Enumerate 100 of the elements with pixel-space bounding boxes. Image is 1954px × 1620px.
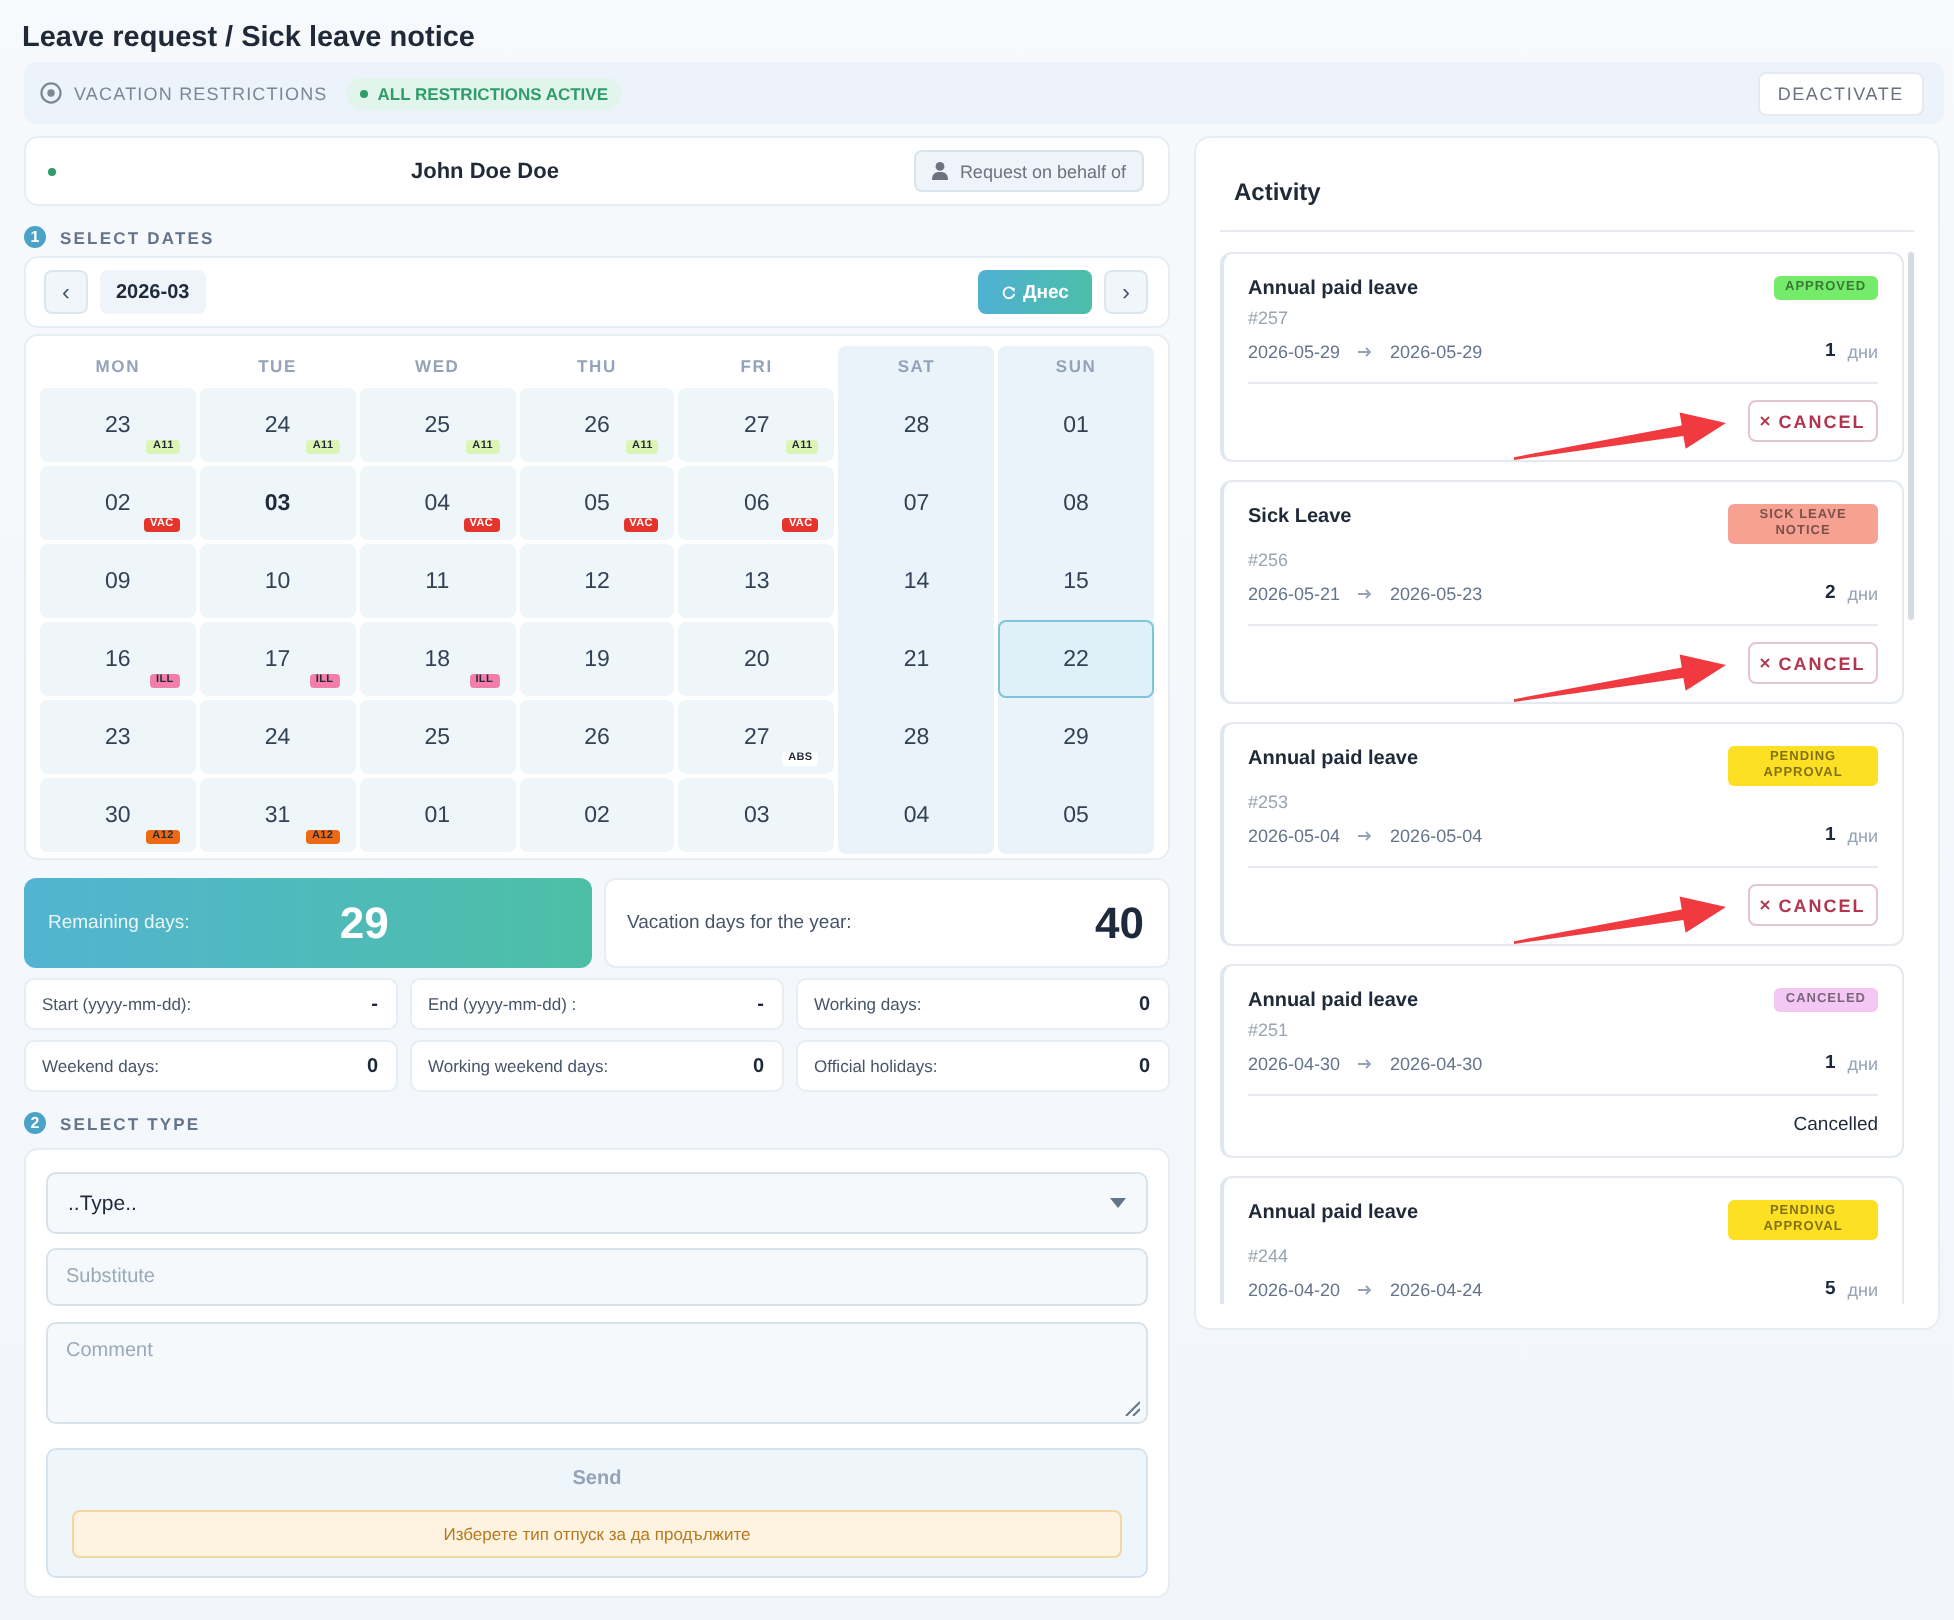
close-icon: [1760, 900, 1771, 910]
calendar-day[interactable]: 20: [678, 622, 835, 696]
person-icon: [931, 162, 948, 180]
calendar-day[interactable]: 09: [40, 544, 196, 618]
day-count: 1: [1824, 340, 1836, 362]
refresh-icon: [1001, 285, 1016, 299]
start-date: 2026-05-29: [1248, 341, 1341, 361]
calendar-day[interactable]: 04: [838, 776, 995, 854]
arrow-right-icon: [1358, 829, 1373, 841]
substitute-field[interactable]: Substitute: [46, 1248, 1148, 1306]
calendar-day[interactable]: 07: [838, 464, 995, 542]
arrow-right-icon: [1358, 587, 1373, 599]
stat-value: 0: [752, 1055, 764, 1077]
calendar-day[interactable]: 08: [998, 464, 1154, 542]
calendar-day[interactable]: 28: [838, 698, 995, 776]
weekday-header: SAT: [838, 346, 995, 386]
day-unit: дни: [1847, 341, 1879, 361]
type-select-value: ..Type..: [68, 1191, 137, 1215]
calendar-day[interactable]: 28: [838, 386, 995, 464]
calendar-day[interactable]: 11: [359, 544, 516, 618]
start-date: 2026-04-20: [1248, 1279, 1341, 1299]
previous-month-button[interactable]: ‹: [44, 270, 88, 314]
calendar-day[interactable]: 25: [359, 700, 516, 774]
close-icon: [1760, 658, 1771, 668]
calendar-day[interactable]: 02: [519, 778, 675, 852]
weekday-header: MON: [93, 354, 143, 380]
caret-icon: [1110, 1198, 1126, 1208]
request-title: Annual paid leave: [1248, 746, 1419, 772]
step-number: 2: [24, 1112, 46, 1134]
calendar-day[interactable]: 05: [998, 776, 1154, 854]
next-month-button[interactable]: ›: [1104, 270, 1148, 314]
weekday-header: WED: [413, 354, 462, 380]
request-title: Annual paid leave: [1248, 988, 1419, 1014]
calendar-day[interactable]: 03: [678, 778, 835, 852]
arrow-right-icon: [1358, 345, 1373, 357]
calendar-day[interactable]: 26: [519, 700, 675, 774]
remaining-days-label: Remaining days:: [48, 912, 190, 934]
restrictions-status-text: ALL RESTRICTIONS ACTIVE: [377, 83, 609, 103]
stat-label: End (yyyy-mm-dd) :: [428, 994, 577, 1014]
warning-message: Изберете тип отпуск за да продължите: [72, 1509, 1122, 1558]
activity-title: Activity: [1234, 178, 1321, 206]
calendar-day[interactable]: 24: [199, 700, 356, 774]
day-count: 2: [1824, 582, 1836, 604]
day-count: 1: [1824, 1052, 1836, 1074]
day-count: 5: [1824, 1278, 1836, 1300]
remaining-days-value: 29: [337, 897, 391, 949]
arrow-right-icon: [1358, 1057, 1373, 1069]
request-title: Annual paid leave: [1248, 276, 1419, 302]
request-title: Annual paid leave: [1248, 1200, 1419, 1226]
calendar-day[interactable]: 22: [998, 620, 1154, 698]
request-number: #253: [1248, 792, 1291, 814]
section-title: SELECT DATES: [60, 227, 215, 247]
deactivate-button[interactable]: DEACTIVATE: [1757, 71, 1924, 115]
target-icon: [40, 82, 62, 104]
calendar-day[interactable]: 19: [519, 622, 675, 696]
request-title: Sick Leave: [1248, 504, 1352, 530]
cancelled-status: Cancelled: [1793, 1112, 1879, 1138]
calendar-day[interactable]: 15: [998, 542, 1154, 620]
step-number: 1: [24, 226, 46, 248]
stat-value: 0: [1138, 1055, 1150, 1077]
weekday-header: SUN: [998, 346, 1154, 386]
end-date: 2026-05-29: [1390, 341, 1483, 361]
calendar-day[interactable]: 23: [40, 700, 196, 774]
stat-value: -: [757, 993, 764, 1015]
close-icon: [1760, 416, 1771, 426]
stat-label: Official holidays:: [814, 1056, 938, 1076]
calendar-day[interactable]: 21: [838, 620, 995, 698]
stat-label: Working days:: [814, 994, 922, 1014]
stat-label: Start (yyyy-mm-dd):: [42, 994, 192, 1014]
scrollbar-thumb[interactable]: [1908, 252, 1914, 620]
start-date: 2026-05-21: [1248, 583, 1341, 603]
day-unit: дни: [1847, 1053, 1879, 1073]
yearly-days-label: Vacation days for the year:: [627, 912, 852, 934]
day-unit: дни: [1847, 583, 1879, 603]
yearly-days-value: 40: [1095, 897, 1144, 949]
start-date: 2026-04-30: [1248, 1053, 1341, 1073]
resize-grip-icon: [1124, 1400, 1140, 1416]
calendar-day[interactable]: 29: [998, 698, 1154, 776]
calendar-day[interactable]: 03: [199, 466, 356, 540]
comment-field[interactable]: Comment: [46, 1322, 1148, 1424]
cancel-button[interactable]: CANCEL: [1748, 400, 1879, 442]
weekday-header: TUE: [256, 354, 299, 380]
type-select[interactable]: ..Type..: [46, 1172, 1148, 1234]
calendar-day[interactable]: 14: [838, 542, 995, 620]
cancel-button[interactable]: CANCEL: [1748, 642, 1879, 684]
weekday-header: FRI: [738, 354, 775, 380]
cancel-button[interactable]: CANCEL: [1748, 884, 1879, 926]
calendar-day[interactable]: 01: [998, 386, 1154, 464]
stat-value: -: [371, 993, 378, 1015]
request-number: #251: [1248, 1020, 1291, 1042]
page-title: Leave request / Sick leave notice: [22, 20, 477, 56]
section-title: SELECT TYPE: [60, 1113, 201, 1133]
calendar-day[interactable]: 13: [678, 544, 835, 618]
calendar-day[interactable]: 01: [359, 778, 516, 852]
request-on-behalf-button[interactable]: Request on behalf of: [913, 150, 1144, 192]
request-number: #244: [1248, 1246, 1291, 1268]
day-count: 1: [1824, 824, 1836, 846]
calendar-day[interactable]: 12: [519, 544, 675, 618]
arrow-right-icon: [1358, 1283, 1373, 1295]
calendar-day[interactable]: 10: [199, 544, 356, 618]
